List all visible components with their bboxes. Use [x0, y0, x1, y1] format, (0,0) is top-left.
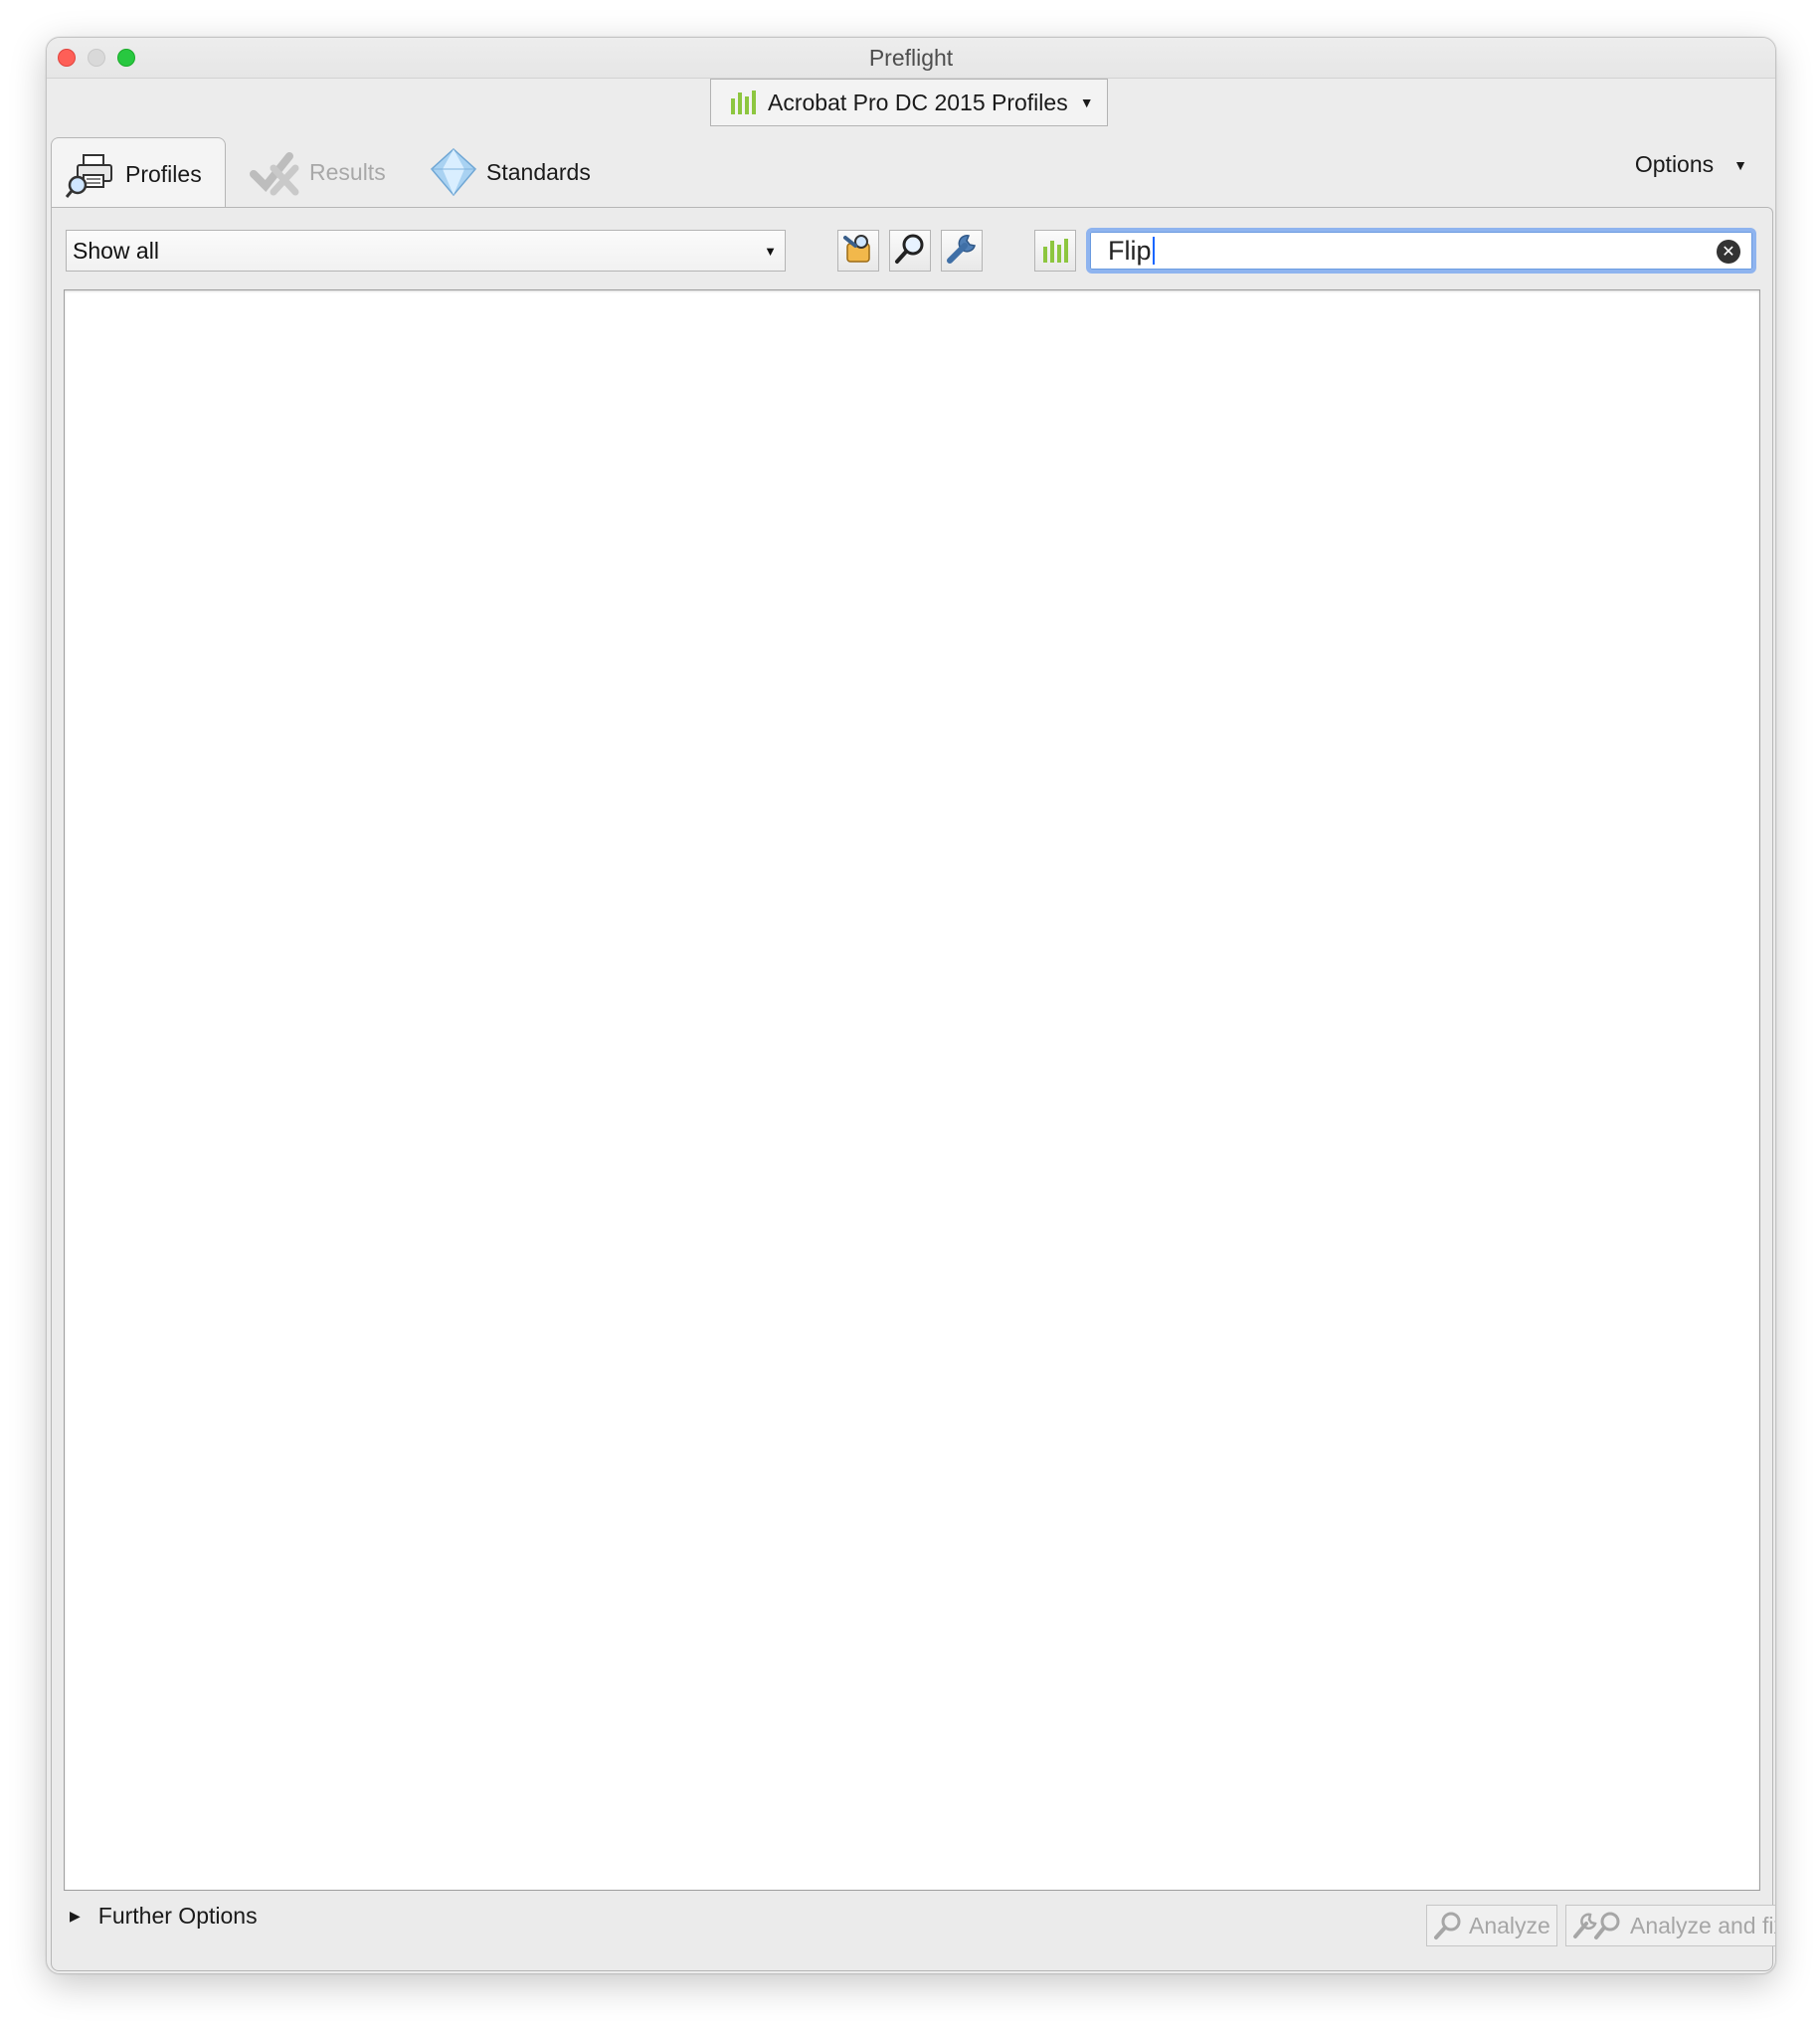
search-value: Flip [1108, 235, 1152, 266]
tab-standards-label: Standards [486, 158, 591, 185]
options-label: Options [1634, 151, 1715, 177]
analyze-button[interactable]: Analyze [1426, 1905, 1557, 1946]
fixups-icon [841, 232, 875, 271]
green-bars-icon [731, 91, 756, 114]
fixups-button[interactable] [837, 230, 879, 272]
profile-library-button[interactable] [1034, 230, 1076, 272]
diamond-icon [429, 147, 478, 197]
profiles-panel: Show all ▼ Flip ✕ ▶ Further Options Anal… [51, 207, 1776, 1971]
search-input[interactable]: Flip ✕ [1086, 228, 1756, 274]
chevron-down-icon: ▼ [764, 243, 777, 259]
profile-library-label: Acrobat Pro DC 2015 Profiles [768, 89, 1068, 115]
printer-magnifier-icon [66, 151, 117, 199]
analyze-and-fix-button[interactable]: Analyze and fix [1565, 1905, 1776, 1946]
tab-results-label: Results [309, 158, 386, 185]
tab-profiles[interactable]: Profiles [51, 137, 226, 211]
title-bar: Preflight [47, 38, 1775, 79]
text-cursor [1152, 237, 1155, 265]
analyze-and-fix-label: Analyze and fix [1630, 1912, 1776, 1938]
window-title: Preflight [868, 45, 954, 71]
filter-label: Show all [73, 237, 159, 264]
wrench-magnifier-icon [1572, 1911, 1624, 1940]
magnifier-icon [1433, 1911, 1463, 1940]
profile-library-dropdown[interactable]: Acrobat Pro DC 2015 Profiles ▼ [710, 79, 1108, 126]
options-menu[interactable]: Options ▼ [1635, 151, 1747, 178]
wrench-button[interactable] [941, 230, 983, 272]
further-options-disclosure[interactable]: ▶ Further Options [70, 1903, 258, 1930]
tab-profiles-label: Profiles [125, 161, 202, 187]
tab-standards[interactable]: Standards [429, 137, 591, 207]
green-bars-icon [1042, 239, 1068, 263]
tab-results[interactable]: Results [250, 137, 386, 207]
chevron-down-icon: ▼ [1079, 94, 1094, 110]
preflight-window: Preflight Acrobat Pro DC 2015 Profiles ▼ [46, 37, 1776, 1974]
further-options-label: Further Options [97, 1903, 258, 1929]
disclosure-triangle-icon: ▶ [70, 1908, 81, 1924]
magnifier-icon [893, 232, 927, 271]
wrench-icon [945, 232, 979, 271]
chevron-down-icon: ▼ [1733, 156, 1747, 173]
checkmark-cross-icon [250, 148, 301, 196]
magnifier-button[interactable] [889, 230, 931, 272]
tab-bar: Profiles Results Standards [51, 137, 1775, 211]
filter-dropdown[interactable]: Show all ▼ [66, 230, 786, 272]
clear-search-icon[interactable]: ✕ [1717, 240, 1740, 264]
analyze-label: Analyze [1469, 1912, 1550, 1938]
profiles-list[interactable] [64, 289, 1760, 1891]
